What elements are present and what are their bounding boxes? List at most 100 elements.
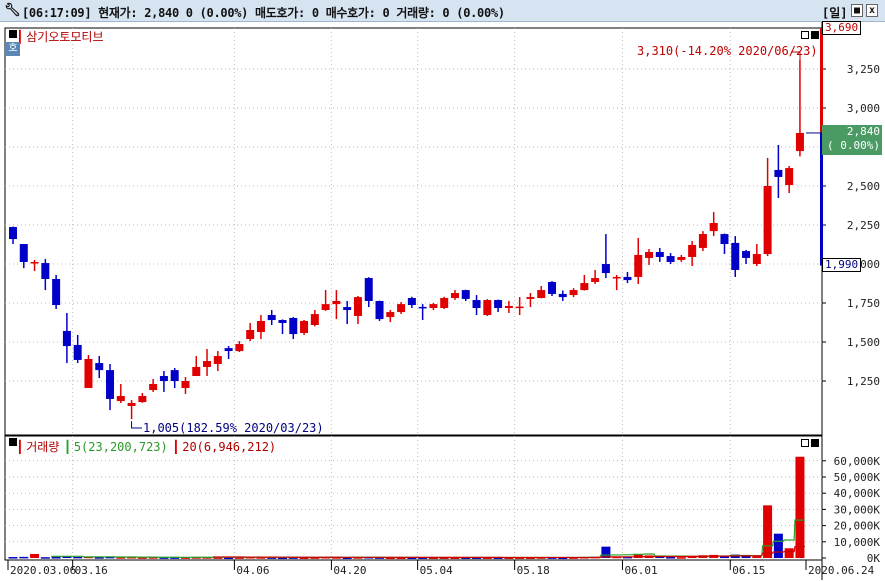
panel-restore-icon[interactable] (801, 31, 809, 39)
candle-body (246, 329, 255, 340)
candle-body (289, 317, 298, 335)
candle-body (666, 256, 675, 262)
panel-close-icon[interactable] (811, 31, 819, 39)
candle-body (763, 186, 772, 255)
x-tick-label: 05.04 (420, 564, 453, 577)
quote-status: [06:17:09] 현재가: 2,840 0 (0.00%) 매도호가: 0 … (22, 6, 505, 20)
candle-body (407, 298, 416, 306)
candle-body (483, 300, 492, 316)
volume-bar (784, 548, 794, 558)
volume-tick-label: 20,000K (834, 520, 881, 533)
candle-body (688, 244, 697, 257)
price-tick-label: 2,250 (847, 219, 880, 232)
wrench-icon[interactable]: 🔧︎ (4, 3, 21, 18)
candle-body (332, 300, 341, 305)
candle-body (181, 381, 190, 389)
candle-body (698, 234, 707, 248)
volume-panel-close-icon[interactable] (811, 439, 819, 447)
candle-body (235, 344, 244, 352)
volume-bar (763, 505, 773, 558)
panel-menu-icon[interactable] (9, 30, 17, 38)
candle-body (321, 304, 330, 311)
volume-bar (73, 556, 83, 559)
price-volume-chart[interactable]: 1,2501,5001,7502,0002,2502,5002,7503,000… (0, 22, 885, 581)
x-tick-label: 04.06 (236, 564, 269, 577)
volume-tick-label: 30,000K (834, 503, 881, 516)
volume-tick-label: 40,000K (834, 487, 881, 500)
hoga-button[interactable]: 호 (6, 42, 20, 56)
candle-body (720, 234, 729, 245)
price-tick-label: 1,250 (847, 375, 880, 388)
candle-body (138, 395, 147, 403)
candle-body (526, 297, 535, 299)
candle-body (601, 264, 610, 274)
volume-bar (8, 557, 18, 559)
candle-body (52, 278, 61, 306)
price-tick-label: 1,500 (847, 336, 880, 349)
volume-bar (676, 557, 686, 559)
candle-body (418, 306, 427, 309)
ma5-legend: 5(23,200,723) (73, 440, 168, 454)
candle-body (116, 395, 125, 401)
candle-body (170, 370, 179, 382)
candle-body (774, 169, 783, 177)
price-tick-label: 3,000 (847, 102, 880, 115)
ma20-line (212, 545, 805, 559)
ma20-legend: 20(6,946,212) (182, 440, 277, 454)
candle-body (548, 281, 556, 294)
volume-bar (40, 557, 50, 559)
candle-body (224, 348, 233, 352)
candle-body (558, 293, 567, 298)
candle-body (95, 363, 104, 371)
candle-body (742, 251, 751, 258)
x-tick-label: 03.16 (75, 564, 108, 577)
candle-body (709, 222, 718, 232)
candle-body (634, 254, 643, 277)
price-panel-frame (4, 27, 823, 436)
candle-body (472, 300, 481, 309)
candle-body (612, 276, 621, 279)
volume-tick-label: 60,000K (834, 455, 881, 468)
candle-body (278, 320, 287, 323)
volume-bar (773, 533, 783, 558)
candle-body (310, 314, 319, 326)
candle-body (752, 254, 761, 265)
volume-tick-label: 50,000K (834, 471, 881, 484)
volume-panel-menu-icon[interactable] (9, 438, 17, 446)
candle-body (440, 298, 449, 309)
candle-body (343, 307, 352, 311)
ma5-line (51, 519, 805, 559)
candle-body (364, 278, 373, 301)
candle-body (192, 366, 201, 377)
price-tick-label: 2,500 (847, 180, 880, 193)
candle-body (515, 306, 524, 309)
candle-body (300, 320, 309, 333)
candle-body (397, 304, 406, 313)
restore-icon[interactable]: ■ (851, 4, 863, 17)
low-annotation: 1,005(182.59% 2020/03/23) (143, 421, 324, 435)
candle-body (256, 320, 265, 333)
period-selector[interactable]: [일] (822, 4, 848, 21)
x-end-label: 2020.06.24 (808, 564, 875, 577)
candle-body (267, 315, 276, 321)
candle-body (127, 403, 136, 406)
candle-body (461, 290, 470, 299)
min-price-label: 1,990 (822, 258, 862, 272)
candle-body (353, 297, 362, 316)
status-bar: 🔧︎ [06:17:09] 현재가: 2,840 0 (0.00%) 매도호가:… (0, 0, 885, 22)
candle-body (785, 168, 794, 186)
candle-body (677, 256, 686, 260)
candle-body (213, 356, 222, 365)
candle-body (106, 370, 115, 399)
candle-body (73, 344, 82, 360)
candle-body (9, 227, 17, 240)
x-tick-label: 06.01 (624, 564, 657, 577)
x-tick-label: 2020.03.06 (10, 564, 76, 577)
range-bar-up (820, 28, 823, 133)
close-icon[interactable]: x (866, 4, 878, 17)
current-price: 2,840 (846, 125, 880, 138)
volume-bar (19, 556, 29, 559)
price-tick-label: 1,750 (847, 297, 880, 310)
volume-panel-restore-icon[interactable] (801, 439, 809, 447)
max-price-label: 3,690 (822, 21, 862, 35)
